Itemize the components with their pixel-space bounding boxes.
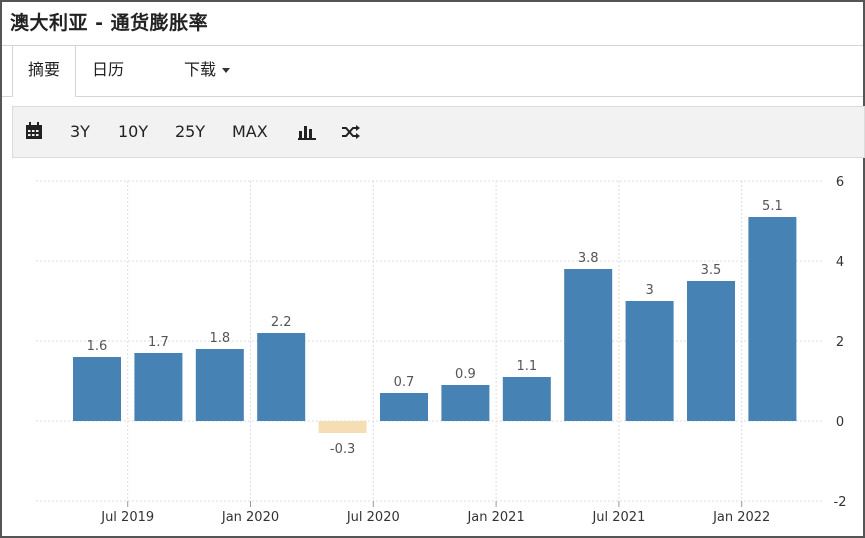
- data-label: 5.1: [762, 199, 783, 214]
- data-label: 0.7: [394, 375, 415, 390]
- y-tick-label: 4: [836, 255, 844, 270]
- data-label: 1.1: [516, 359, 537, 374]
- bar: [134, 353, 183, 421]
- data-label: 3.5: [701, 263, 722, 278]
- x-tick-label: Jul 2021: [591, 510, 645, 525]
- y-tick-label: 0: [836, 415, 844, 430]
- y-tick-label: -2: [834, 495, 847, 510]
- x-tick-label: Jul 2020: [346, 510, 400, 525]
- bar: [195, 349, 244, 421]
- x-tick-label: Jul 2019: [100, 510, 154, 525]
- bar: [687, 281, 735, 421]
- x-tick-label: Jan 2020: [221, 510, 279, 525]
- bar: [748, 217, 797, 421]
- bar: [502, 377, 551, 421]
- bar: [257, 333, 306, 421]
- data-label: 1.7: [148, 335, 169, 350]
- x-tick-label: Jan 2021: [466, 510, 524, 525]
- bar: [625, 301, 674, 421]
- bar: [73, 357, 121, 421]
- y-tick-label: 6: [836, 175, 844, 190]
- inflation-bar-chart: -2 0 2 4 6 Jul 2019 Jan 2020 Jul 2020 Jan 2021 Ju…: [36, 175, 847, 525]
- data-label: 1.8: [209, 331, 230, 346]
- data-label: -0.3: [330, 442, 355, 457]
- data-label: 2.2: [271, 315, 292, 330]
- y-tick-label: 2: [836, 335, 844, 350]
- data-label: 3.8: [578, 251, 599, 266]
- bar: [564, 269, 613, 421]
- bar: [441, 385, 490, 421]
- x-tick-label: Jan 2022: [712, 510, 770, 525]
- bar: [318, 421, 367, 433]
- data-label: 0.9: [455, 367, 476, 382]
- bar: [380, 393, 428, 421]
- data-label: 3: [645, 283, 653, 298]
- data-label: 1.6: [87, 339, 108, 354]
